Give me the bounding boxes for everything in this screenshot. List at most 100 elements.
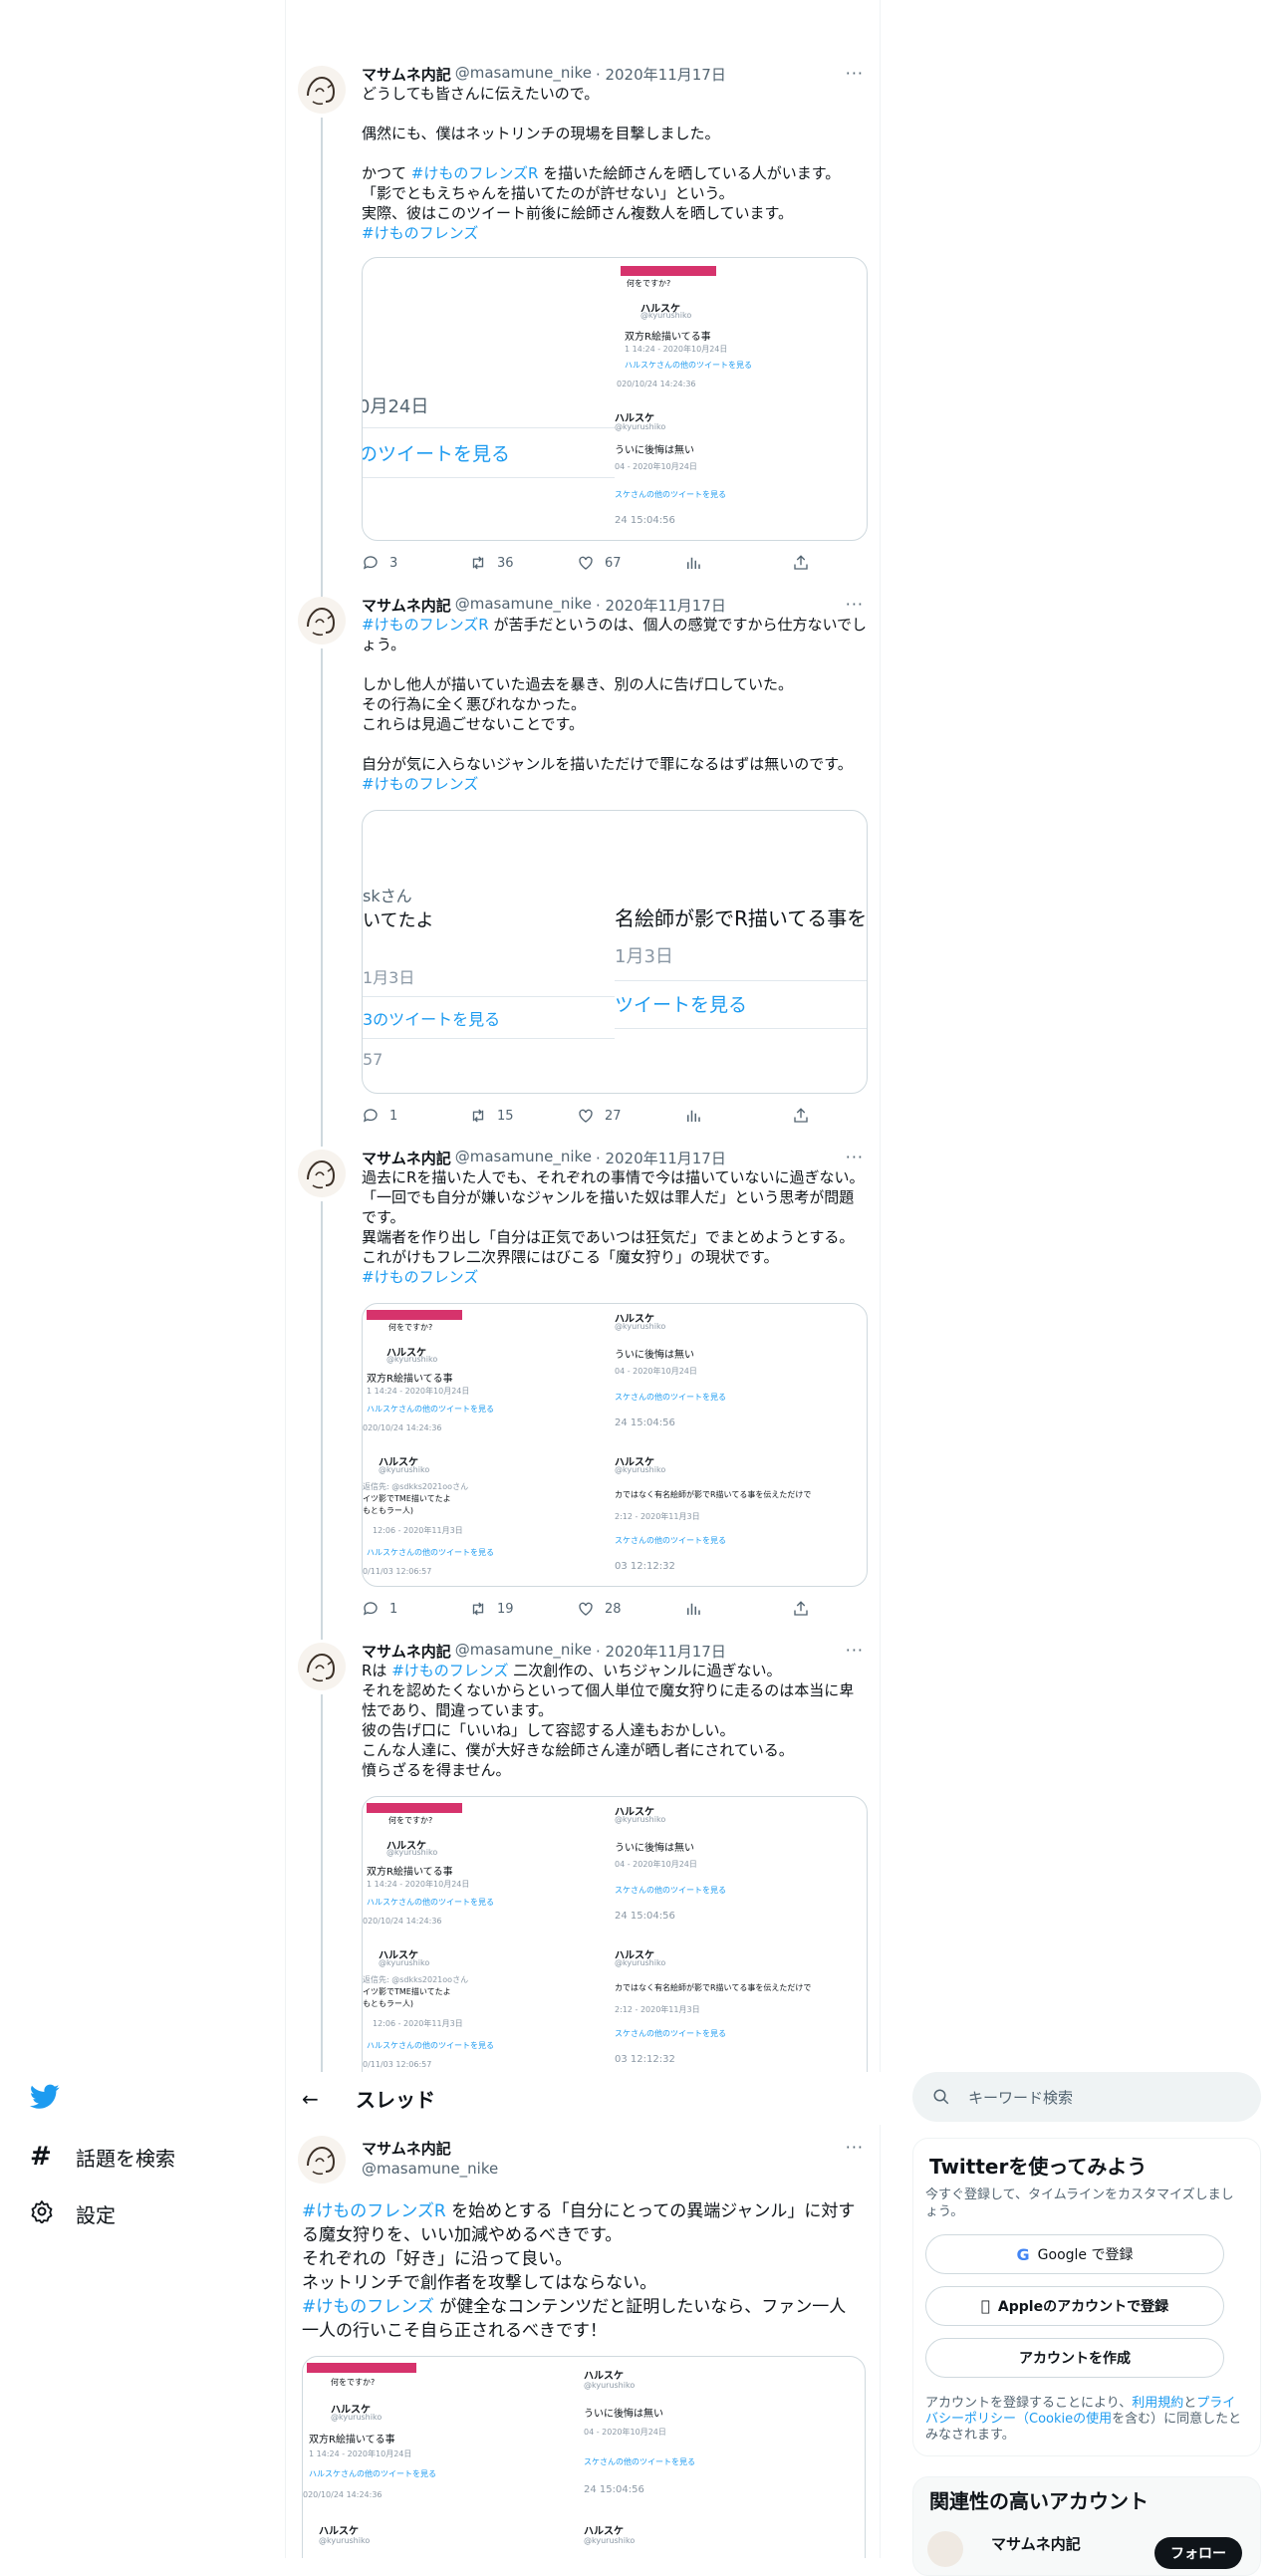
screenshot-text: 何をですか? — [388, 1816, 433, 1825]
tweet-header: マサムネ内記 @masamune_nike · 2020年11月17日 — [362, 595, 726, 615]
retweet-button[interactable]: 19 — [469, 1600, 577, 1618]
more-icon[interactable]: ··· — [846, 1148, 864, 1166]
avatar[interactable] — [298, 2136, 346, 2184]
hashtag-link[interactable]: #けものフレンズ — [302, 2297, 434, 2317]
share-button[interactable] — [792, 1600, 899, 1618]
reply-button[interactable]: 1 — [362, 1107, 469, 1125]
gear-icon — [30, 2199, 54, 2228]
avatar[interactable] — [298, 597, 346, 644]
avatar[interactable] — [927, 2531, 963, 2567]
related-account-name[interactable]: マサムネ内記 — [991, 2533, 1081, 2554]
tweet[interactable]: マサムネ内記 @masamune_nike · 2020年11月17日 ··· … — [286, 591, 882, 1147]
apple-signup-button[interactable]:  Appleのアカウントで登録 — [925, 2286, 1224, 2326]
search-input[interactable]: キーワード検索 — [912, 2072, 1261, 2122]
more-icon[interactable]: ··· — [846, 64, 864, 83]
hashtag-link[interactable]: #けものフレンズ — [362, 1268, 478, 1286]
screenshot-text: 24 15:04:56 — [615, 515, 675, 526]
tweet[interactable]: マサムネ内記 @masamune_nike · 2020年11月17日 ··· … — [286, 60, 882, 636]
twitter-logo-icon[interactable] — [30, 2084, 60, 2114]
like-button[interactable]: 27 — [577, 1107, 684, 1125]
create-account-button[interactable]: アカウントを作成 — [925, 2338, 1224, 2378]
signup-title: Twitterを使ってみよう — [929, 2155, 1148, 2179]
retweet-count: 15 — [497, 1108, 514, 1124]
follow-button[interactable]: フォロー — [1154, 2537, 1242, 2569]
avatar[interactable] — [298, 1150, 346, 1197]
more-icon[interactable]: ··· — [846, 595, 864, 614]
main-tweet[interactable]: マサムネ内記 @masamune_nike ··· #けものフレンズR を始めと… — [286, 2132, 882, 2558]
share-button[interactable] — [792, 554, 899, 572]
screenshot-text: 04 - 2020年10月24日 — [584, 2428, 666, 2437]
terms-link[interactable]: 利用規約 — [1132, 2396, 1183, 2411]
tweet-text-segment: が苦手だというのは、個人の感覚ですから仕方ないでしょう。 しかし他人が描いていた… — [362, 616, 868, 773]
author-name[interactable]: マサムネ内記 — [362, 1148, 451, 1167]
google-signup-button[interactable]: G Google で登録 — [925, 2234, 1224, 2274]
share-button[interactable] — [792, 1107, 899, 1125]
screenshot-text: @kyurushiko — [584, 2381, 636, 2390]
hashtag-link[interactable]: #けものフレンズR — [302, 2201, 446, 2221]
more-icon[interactable]: ··· — [846, 1641, 864, 1660]
author-name[interactable]: マサムネ内記 — [362, 1641, 451, 1661]
screenshot-text: 1月3日 — [615, 946, 673, 967]
tweet-media[interactable]: 何をですか? ハルスケ @kyurushiko 双方R絵描いてる事 1 14:2… — [362, 1796, 868, 2072]
retweet-button[interactable]: 15 — [469, 1107, 577, 1125]
author-handle[interactable]: @masamune_nike — [455, 1148, 592, 1167]
screenshot-text: もともラー人) — [363, 1506, 413, 1515]
author-name[interactable]: マサムネ内記 — [362, 64, 451, 84]
tweet-text: #けものフレンズR を始めとする「自分にとっての異端ジャンル」に対する魔女狩りを… — [302, 2199, 860, 2343]
avatar[interactable] — [298, 66, 346, 114]
tweet-date[interactable]: · 2020年11月17日 — [596, 64, 726, 84]
analytics-icon — [687, 557, 700, 569]
more-icon[interactable]: ··· — [846, 2138, 864, 2157]
signup-card: Twitterを使ってみよう 今すぐ登録して、タイムラインをカスタマイズしましょ… — [912, 2138, 1261, 2456]
screenshot-text: 0/11/03 12:06:57 — [363, 2060, 432, 2069]
media-image-left: 0月24日 のツイートを見る — [363, 258, 615, 540]
avatar[interactable] — [298, 1643, 346, 1690]
google-signup-label: Google で登録 — [1037, 2247, 1134, 2263]
like-button[interactable]: 28 — [577, 1600, 684, 1618]
tweet[interactable]: マサムネ内記 @masamune_nike · 2020年11月17日 ··· … — [286, 1144, 882, 1640]
analytics-button[interactable] — [684, 1600, 792, 1618]
analytics-button[interactable] — [684, 1107, 792, 1125]
screenshot-text: 020/10/24 14:24:36 — [617, 380, 696, 388]
nav-settings[interactable]: 設定 — [30, 2199, 116, 2228]
tweet-media[interactable]: 0月24日 のツイートを見る 何をですか? ハルスケ @kyurushiko 双… — [362, 257, 868, 541]
back-arrow-icon[interactable]: ← — [302, 2087, 319, 2111]
reply-button[interactable]: 3 — [362, 554, 469, 572]
screenshot-text: @kyurushiko — [379, 1958, 430, 1967]
author-handle[interactable]: @masamune_nike — [455, 1641, 592, 1661]
tweet-date[interactable]: · 2020年11月17日 — [596, 1641, 726, 1661]
tweet-date[interactable]: · 2020年11月17日 — [596, 595, 726, 615]
screenshot-text: @kyurushiko — [386, 1848, 438, 1857]
tweet-media[interactable]: skさん いてたよ 1月3日 3のツイートを見る 57 名絵師が影でR描いてる事… — [362, 810, 868, 1094]
author-handle[interactable]: @masamune_nike — [455, 595, 592, 615]
retweet-button[interactable]: 36 — [469, 554, 577, 572]
tweet-date[interactable]: · 2020年11月17日 — [596, 1148, 726, 1167]
tweet[interactable]: マサムネ内記 @masamune_nike · 2020年11月17日 ··· … — [286, 1637, 882, 2072]
screenshot-text: 03 12:12:32 — [615, 2054, 675, 2065]
media-image-right: ハルスケ @kyurushiko ういに後悔は無い 04 - 2020年10月2… — [615, 1797, 867, 2072]
screenshot-text: 57 — [363, 1050, 384, 1069]
thread-column: マサムネ内記 @masamune_nike · 2020年11月17日 ··· … — [285, 0, 882, 2558]
signup-subtitle: 今すぐ登録して、タイムラインをカスタマイズしましょう。 — [925, 2188, 1234, 2219]
screenshot-text: 04 - 2020年10月24日 — [615, 462, 697, 471]
author-handle[interactable]: @masamune_nike — [362, 2160, 498, 2178]
hashtag-link[interactable]: #けものフレンズR — [362, 616, 489, 634]
hashtag-link[interactable]: #けものフレンズ — [362, 224, 478, 242]
hashtag-link[interactable]: #けものフレンズR — [411, 164, 539, 182]
hashtag-link[interactable]: #けものフレンズ — [362, 775, 478, 793]
screenshot-text: 3のツイートを見る — [363, 1010, 501, 1029]
nav-explore[interactable]: # 話題を検索 — [30, 2142, 175, 2172]
reply-button[interactable]: 1 — [362, 1600, 469, 1618]
tweet-media[interactable]: 何をですか? ハルスケ @kyurushiko 双方R絵描いてる事 1 14:2… — [302, 2356, 866, 2558]
like-count: 27 — [605, 1108, 622, 1124]
screenshot-text: 何をですか? — [627, 279, 671, 288]
hashtag-link[interactable]: #けものフレンズ — [391, 1662, 508, 1679]
author-name[interactable]: マサムネ内記 — [362, 2138, 451, 2159]
author-handle[interactable]: @masamune_nike — [455, 64, 592, 84]
like-button[interactable]: 67 — [577, 554, 684, 572]
author-name[interactable]: マサムネ内記 — [362, 595, 451, 615]
analytics-button[interactable] — [684, 554, 792, 572]
screenshot-text: のツイートを見る — [363, 443, 511, 465]
thread-header: ← スレッド — [286, 2072, 882, 2125]
tweet-media[interactable]: 何をですか? ハルスケ @kyurushiko 双方R絵描いてる事 1 14:2… — [362, 1303, 868, 1587]
